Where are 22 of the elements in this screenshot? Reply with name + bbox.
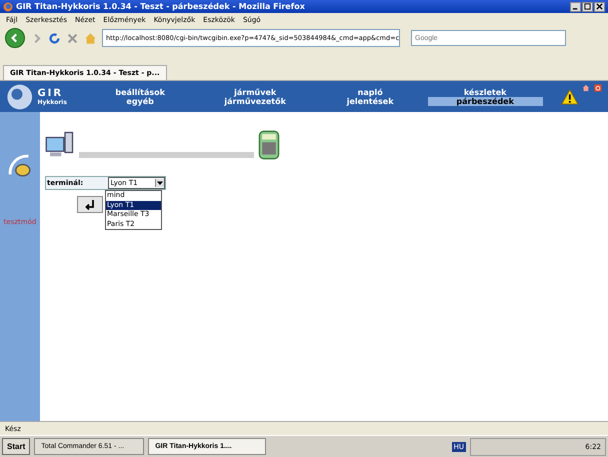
nav-item[interactable]: beállítások [82,88,198,96]
keypad-terminal-icon [258,130,280,160]
back-button[interactable] [5,28,25,48]
nav-item[interactable]: jelentések [312,96,428,106]
nav-item[interactable]: párbeszédek [428,96,543,106]
nav-item[interactable]: készletek [428,88,543,96]
nav-item[interactable]: napló [312,88,428,96]
globe-icon [6,82,34,110]
nav-item[interactable]: egyéb [82,96,198,106]
globe-icon [3,2,13,12]
dropdown-arrow-icon[interactable] [155,179,164,187]
home-icon[interactable] [582,84,590,92]
warning-icon [560,88,578,104]
nav-item[interactable]: járművezetők [198,96,313,106]
power-icon[interactable] [594,84,602,92]
reload-icon[interactable] [48,32,61,44]
start-button[interactable]: Start [2,438,30,455]
logo-title: GIR [37,88,64,98]
enter-arrow-icon[interactable] [84,198,96,210]
nav-item[interactable]: járművek [198,88,313,96]
window-title: GIR Titan-Hykkoris 1.0.34 - Teszt - párbeszédek - Mozilla Firefox [16,2,305,11]
enter-button[interactable] [77,196,103,213]
